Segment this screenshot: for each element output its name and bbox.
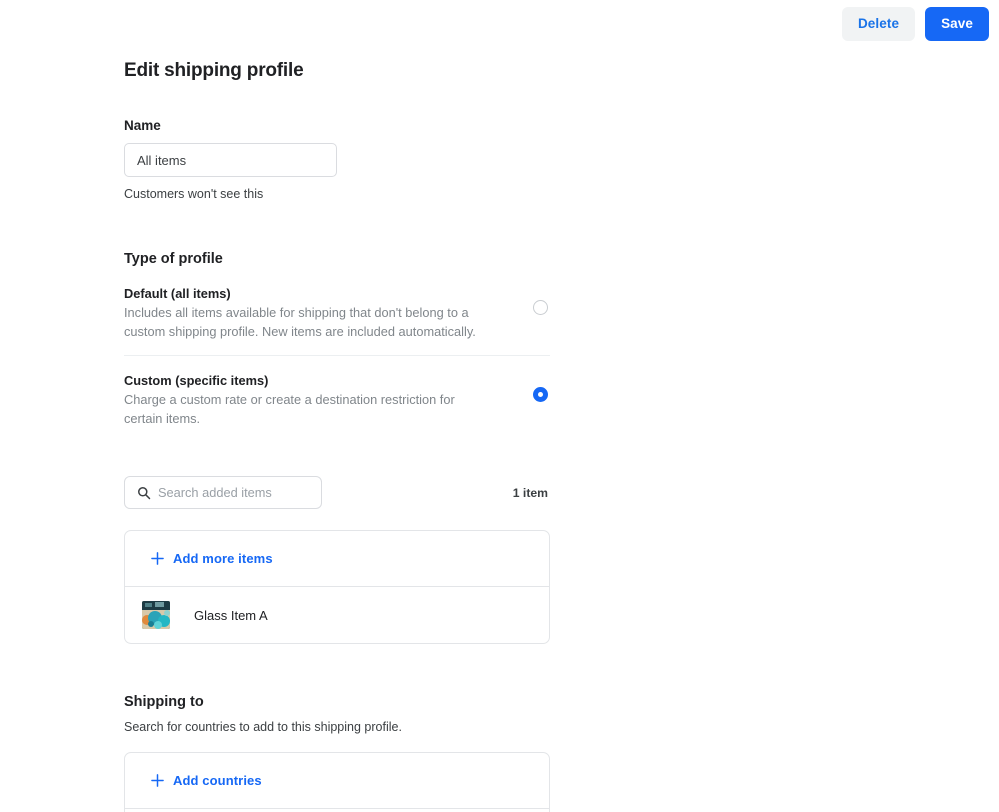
item-row[interactable]: Glass Item A	[125, 586, 549, 643]
name-helper-text: Customers won't see this	[124, 187, 264, 201]
add-countries-button[interactable]: Add countries	[125, 753, 549, 808]
country-row: United Kingdom (4 Countries) Select Coun…	[125, 808, 549, 812]
top-action-bar: Delete Save	[841, 0, 989, 48]
delete-button[interactable]: Delete	[841, 7, 916, 41]
item-count-label: 1 item	[512, 485, 548, 500]
profile-option-default[interactable]: Default (all items) Includes all items a…	[124, 267, 550, 355]
countries-card: Add countries United Kingdom (4 Countrie…	[124, 752, 550, 812]
item-name: Glass Item A	[194, 607, 268, 623]
page-title: Edit shipping profile	[124, 60, 304, 81]
profile-option-custom-description: Charge a custom rate or create a destina…	[124, 392, 455, 426]
plus-icon	[151, 552, 164, 566]
profile-option-default-title: Default (all items)	[124, 286, 231, 301]
search-added-items-input[interactable]	[125, 477, 321, 509]
radio-default-all-items[interactable]	[533, 300, 548, 315]
item-thumbnail-image	[142, 601, 170, 630]
plus-icon	[151, 774, 164, 788]
radio-selected-dot	[538, 392, 543, 398]
add-countries-label: Add countries	[173, 773, 262, 789]
profile-option-default-description: Includes all items available for shippin…	[124, 305, 476, 339]
items-card: Add more items Glass Item A	[124, 530, 550, 645]
profile-option-default-text: Default (all items) Includes all items a…	[124, 286, 517, 341]
search-icon	[138, 486, 151, 499]
save-button[interactable]: Save	[925, 7, 989, 41]
add-more-items-button[interactable]: Add more items	[125, 531, 549, 586]
radio-custom-specific-items[interactable]	[533, 387, 548, 403]
profile-option-custom[interactable]: Custom (specific items) Charge a custom …	[124, 355, 550, 442]
add-more-items-label: Add more items	[173, 551, 273, 567]
name-label: Name	[124, 118, 161, 133]
profile-option-custom-title: Custom (specific items)	[124, 373, 269, 389]
profile-option-custom-text: Custom (specific items) Charge a custom …	[124, 373, 517, 428]
shipping-to-description: Search for countries to add to this ship…	[124, 720, 402, 735]
item-thumbnail	[142, 601, 170, 630]
name-input[interactable]	[124, 143, 337, 177]
shipping-profile-page: Delete Save Edit shipping profile Name C…	[0, 0, 999, 812]
content-column: Edit shipping profile Name Customers won…	[124, 0, 550, 812]
shipping-to-title: Shipping to	[124, 694, 204, 711]
type-of-profile-title: Type of profile	[124, 251, 223, 267]
search-box[interactable]	[124, 476, 322, 510]
items-search-row: 1 item	[124, 476, 550, 510]
